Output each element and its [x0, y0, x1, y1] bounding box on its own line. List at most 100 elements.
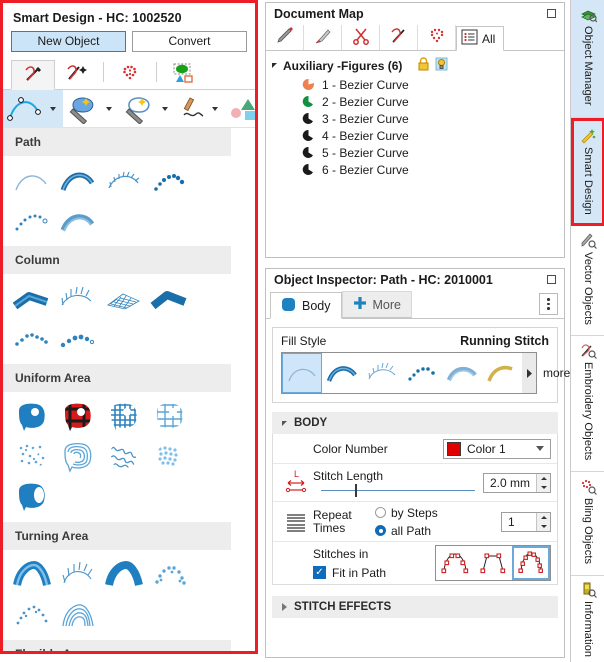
- freehand-tool[interactable]: [175, 90, 225, 128]
- document-map-stitch-pen-tool[interactable]: [380, 25, 418, 50]
- style-motif-dotted-arc[interactable]: [9, 201, 55, 241]
- fill-style-feather-arc[interactable]: [362, 353, 402, 393]
- style-satin-column[interactable]: [9, 279, 55, 319]
- style-turning-motif-arc[interactable]: [147, 555, 193, 595]
- fill-style-thin-line-arc[interactable]: [282, 353, 322, 393]
- magic-wand-outline-tool[interactable]: [119, 90, 175, 128]
- rail-tab-vector-objects[interactable]: Vector Objects: [571, 226, 604, 336]
- checkbox-checked-icon[interactable]: ✓: [313, 566, 326, 579]
- style-scribble-fill-area[interactable]: [101, 437, 147, 477]
- tree-item-3[interactable]: 3 - Bezier Curve: [272, 110, 564, 127]
- stitch-length-slider[interactable]: [321, 483, 475, 497]
- radio-all-path[interactable]: all Path: [375, 524, 501, 538]
- style-lattice-fill-area[interactable]: [147, 397, 193, 437]
- rail-tab-object-manager[interactable]: Object Manager: [571, 0, 604, 118]
- bulb-icon[interactable]: [435, 57, 448, 74]
- style-crosshatch-column[interactable]: [101, 279, 147, 319]
- document-map-bling-tool[interactable]: [418, 25, 456, 50]
- tab-body[interactable]: Body: [270, 292, 342, 319]
- tab-stitch-pen-magic[interactable]: [55, 59, 99, 89]
- tab-stitch-pen[interactable]: [11, 60, 55, 90]
- smart-design-panel: Smart Design - HC: 1002520 New Object Co…: [0, 0, 258, 654]
- document-map-scissors-tool[interactable]: [342, 25, 380, 50]
- document-map-pencil-tool[interactable]: [266, 25, 304, 50]
- shape-tool[interactable]: [225, 90, 265, 128]
- style-turning-dotted-arc[interactable]: [9, 595, 55, 635]
- document-map-brush-tool[interactable]: [304, 25, 342, 50]
- tree-root-auxiliary-figures[interactable]: Auxiliary -Figures (6): [272, 55, 564, 76]
- style-feather-arc[interactable]: [101, 161, 147, 201]
- slider-thumb[interactable]: [354, 483, 358, 497]
- style-turning-feather-arc[interactable]: [55, 555, 101, 595]
- rail-tab-embroidery-objects[interactable]: Embroidery Objects: [571, 336, 604, 472]
- style-turning-contour-arc[interactable]: [55, 595, 101, 635]
- new-object-button[interactable]: New Object: [11, 31, 126, 52]
- stepper-down-button[interactable]: [537, 521, 550, 531]
- color-number-dropdown[interactable]: Color 1: [443, 438, 551, 459]
- rail-tab-information[interactable]: Information: [571, 576, 604, 662]
- fill-style-strip[interactable]: [281, 352, 537, 394]
- fill-style-bean-dotted-arc[interactable]: [402, 353, 442, 393]
- tree-item-4[interactable]: 4 - Bezier Curve: [272, 127, 564, 144]
- fill-style-gold-arc[interactable]: [482, 353, 522, 393]
- rail-tab-smart-design[interactable]: Smart Design: [571, 118, 604, 226]
- pin-panel-icon[interactable]: [547, 275, 556, 284]
- stitch-option-nodes-flat[interactable]: [474, 546, 512, 580]
- pin-panel-icon[interactable]: [547, 9, 556, 18]
- fit-in-path-checkbox-row[interactable]: ✓ Fit in Path: [313, 566, 435, 580]
- stepper-up-button[interactable]: [537, 512, 550, 522]
- tab-bling[interactable]: [108, 59, 152, 89]
- tab-more[interactable]: More: [341, 291, 412, 318]
- fill-style-next-button[interactable]: [522, 353, 536, 393]
- overflow-menu-button[interactable]: [539, 293, 558, 315]
- style-motif-column[interactable]: [9, 319, 55, 359]
- tree-item-2[interactable]: 2 - Bezier Curve: [272, 93, 564, 110]
- bezier-curve-tool[interactable]: [3, 89, 63, 128]
- style-contour-fill-area[interactable]: [55, 437, 101, 477]
- style-stipple-fill-area[interactable]: [147, 437, 193, 477]
- stitches-in-options[interactable]: [435, 545, 551, 581]
- stitch-option-nodes-curved[interactable]: [436, 546, 474, 580]
- body-section-header[interactable]: BODY: [272, 412, 558, 434]
- style-satin-arc[interactable]: [55, 161, 101, 201]
- style-layered-arc[interactable]: [55, 201, 101, 241]
- stepper-down-button[interactable]: [537, 482, 550, 492]
- chevron-down-icon[interactable]: [106, 106, 112, 111]
- chevron-down-icon[interactable]: [212, 106, 218, 111]
- stitch-option-nodes-dense[interactable]: [512, 546, 550, 580]
- style-feather-column[interactable]: [55, 279, 101, 319]
- stepper-up-button[interactable]: [537, 473, 550, 483]
- fill-style-satin-arc[interactable]: [322, 353, 362, 393]
- style-sparse-fill-area[interactable]: [9, 437, 55, 477]
- smart-design-category-list[interactable]: Path Column Uniform Area Turning Area: [3, 128, 255, 651]
- style-bean-dotted-arc[interactable]: [147, 161, 193, 201]
- tab-shapes[interactable]: [161, 59, 205, 89]
- tree-item-6[interactable]: 6 - Bezier Curve: [272, 161, 564, 178]
- style-turning-solid-arc[interactable]: [101, 555, 147, 595]
- expand-triangle-icon[interactable]: [272, 63, 277, 68]
- stitch-length-stepper[interactable]: 2.0 mm: [482, 472, 551, 493]
- fill-style-layered-arc[interactable]: [442, 353, 482, 393]
- convert-button[interactable]: Convert: [132, 31, 247, 52]
- chevron-down-icon[interactable]: [162, 106, 168, 111]
- document-map-all-tab[interactable]: All: [456, 26, 505, 51]
- style-grid-fill-area[interactable]: [101, 397, 147, 437]
- style-beaded-column[interactable]: [55, 319, 101, 359]
- style-plaid-fill-area[interactable]: [55, 397, 101, 437]
- stitch-effects-section-header[interactable]: STITCH EFFECTS: [272, 596, 558, 618]
- tree-item-5[interactable]: 5 - Bezier Curve: [272, 144, 564, 161]
- style-solid-column[interactable]: [147, 279, 193, 319]
- pencil-search-icon: [580, 232, 597, 249]
- repeat-times-stepper[interactable]: 1: [501, 511, 551, 532]
- style-turning-satin-arc[interactable]: [9, 555, 55, 595]
- radio-by-steps[interactable]: by Steps: [375, 506, 501, 520]
- document-map-tree[interactable]: Auxiliary -Figures (6) 1 - Bezier Curve: [266, 51, 564, 178]
- lock-icon[interactable]: [417, 57, 430, 74]
- tree-item-1[interactable]: 1 - Bezier Curve: [272, 76, 564, 93]
- style-solid-fill-area[interactable]: [9, 397, 55, 437]
- magic-wand-fill-tool[interactable]: [63, 90, 119, 128]
- rail-tab-bling-objects[interactable]: Bling Objects: [571, 472, 604, 576]
- style-thin-line-arc[interactable]: [9, 161, 55, 201]
- style-tube-fill-area[interactable]: [9, 477, 55, 517]
- chevron-down-icon[interactable]: [50, 106, 56, 111]
